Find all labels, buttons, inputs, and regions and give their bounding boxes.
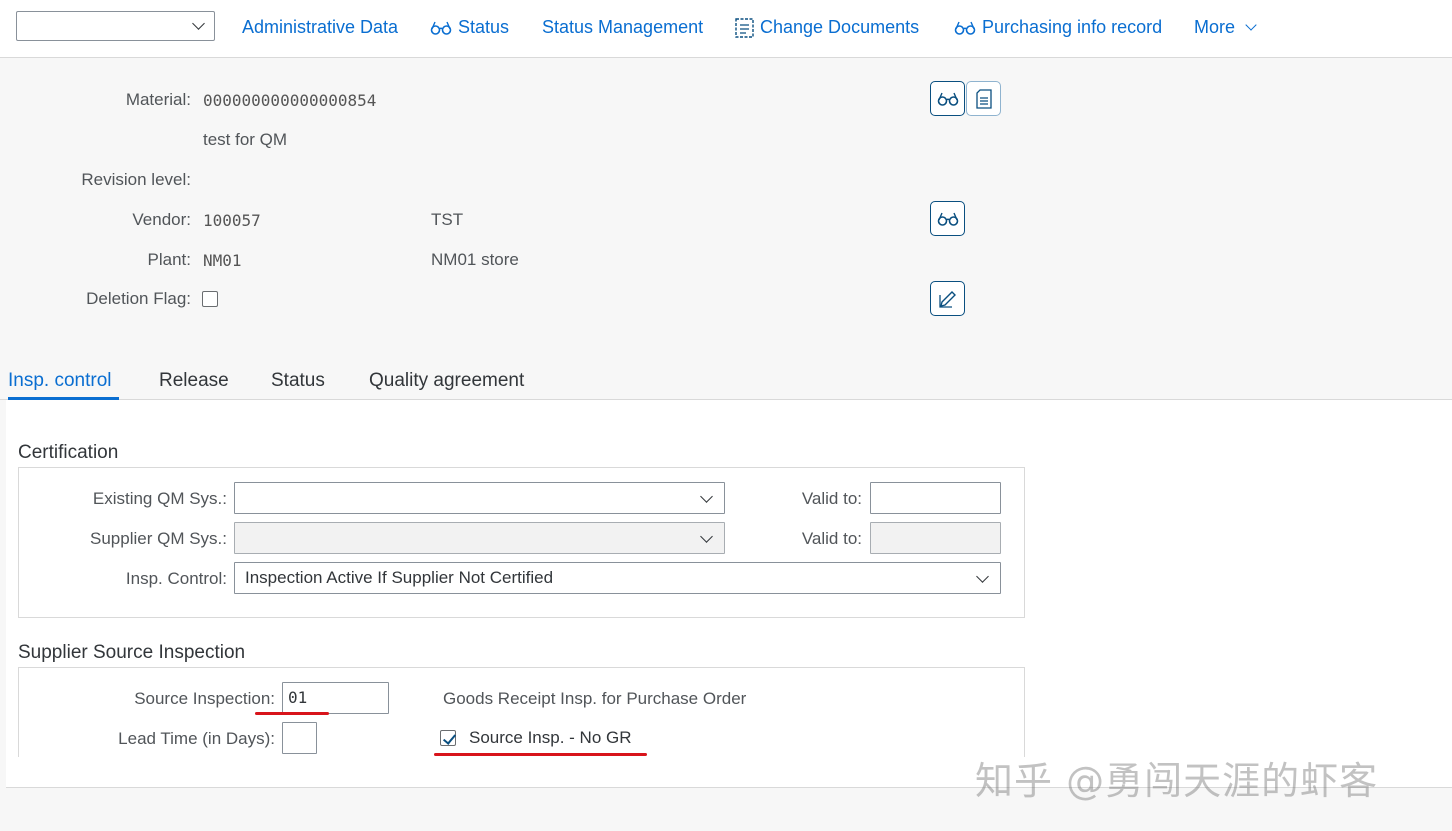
- valid-to-label: Valid to:: [801, 489, 862, 508]
- lead-time-input[interactable]: [282, 722, 317, 754]
- valid-to-label-2: Valid to:: [801, 529, 862, 548]
- lead-time-label: Lead Time (in Days):: [118, 729, 275, 748]
- change-documents-button[interactable]: Change Documents: [735, 17, 919, 38]
- insp-control-label: Insp. Control:: [125, 569, 227, 588]
- tab-insp-control[interactable]: Insp. control: [8, 370, 112, 392]
- more-label: More: [1194, 17, 1236, 37]
- goods-receipt-text: Goods Receipt Insp. for Purchase Order: [443, 689, 747, 708]
- source-inspection-label: Source Inspection:: [134, 689, 275, 708]
- chevron-down-icon: [976, 570, 989, 583]
- plant-value: NM01: [203, 251, 242, 270]
- insp-control-value: Inspection Active If Supplier Not Certif…: [245, 568, 554, 587]
- tab-release[interactable]: Release: [159, 370, 229, 392]
- highlight-underline: [434, 753, 647, 756]
- plant-name: NM01 store: [431, 250, 519, 269]
- no-gr-checkbox[interactable]: [440, 730, 456, 746]
- material-description: test for QM: [203, 130, 288, 149]
- existing-qm-sys-label: Existing QM Sys.:: [92, 489, 227, 508]
- highlight-underline: [255, 712, 329, 715]
- document-icon: [975, 88, 992, 109]
- status-management-label: Status Management: [542, 17, 704, 37]
- vendor-label: Vendor:: [132, 210, 191, 229]
- glasses-icon: [430, 21, 452, 35]
- insp-control-select[interactable]: Inspection Active If Supplier Not Certif…: [234, 562, 1001, 594]
- supplier-qm-sys-select[interactable]: [234, 522, 725, 554]
- revision-level-label: Revision level:: [81, 170, 191, 189]
- plant-label: Plant:: [147, 250, 191, 269]
- supplier-qm-sys-label: Supplier QM Sys.:: [90, 529, 227, 548]
- administrative-data-label: Administrative Data: [242, 17, 399, 37]
- chevron-down-icon: [700, 490, 713, 503]
- tab-quality-agreement[interactable]: Quality agreement: [369, 370, 524, 392]
- tab-status[interactable]: Status: [271, 370, 325, 392]
- valid-to-input-2[interactable]: [870, 522, 1001, 554]
- existing-qm-sys-select[interactable]: [234, 482, 725, 514]
- source-inspection-input[interactable]: 01: [282, 682, 389, 714]
- header-area: Material: 000000000000000854 test for QM…: [0, 58, 1452, 358]
- material-value: 000000000000000854: [203, 91, 377, 110]
- deletion-flag-label: Deletion Flag:: [86, 289, 191, 308]
- edit-button[interactable]: [930, 281, 965, 316]
- watermark-text: 知乎 @勇闯天涯的虾客: [975, 759, 1379, 803]
- valid-to-input[interactable]: [870, 482, 1001, 514]
- material-document-button[interactable]: [966, 81, 1001, 116]
- display-material-button[interactable]: [930, 81, 965, 116]
- toolbar: Administrative Data Status Status Manage…: [0, 0, 1452, 58]
- change-documents-label: Change Documents: [760, 17, 920, 37]
- more-menu-button[interactable]: More: [1194, 17, 1257, 38]
- vendor-name: TST: [431, 210, 464, 229]
- chevron-down-icon: [700, 530, 713, 543]
- chevron-down-icon: [192, 17, 205, 30]
- chevron-down-icon: [1245, 18, 1257, 31]
- certification-title: Certification: [18, 442, 119, 463]
- glasses-icon: [937, 92, 958, 106]
- object-select[interactable]: [16, 11, 215, 41]
- purchasing-info-record-button[interactable]: Purchasing info record: [954, 17, 1162, 38]
- source-inspection-value: 01: [288, 688, 308, 707]
- status-label: Status: [458, 17, 510, 37]
- vendor-value: 100057: [203, 211, 261, 230]
- display-vendor-button[interactable]: [930, 201, 965, 236]
- edit-icon: [938, 290, 956, 308]
- source-inspection-title: Supplier Source Inspection: [18, 642, 246, 663]
- status-button[interactable]: Status: [430, 17, 509, 38]
- deletion-flag-checkbox[interactable]: [202, 291, 218, 307]
- no-gr-label: Source Insp. - No GR: [469, 728, 632, 747]
- tab-bar: Insp. control Release Status Quality agr…: [0, 358, 1452, 400]
- change-documents-icon: [735, 17, 754, 38]
- glasses-icon: [937, 212, 958, 226]
- status-management-button[interactable]: Status Management: [542, 17, 703, 38]
- administrative-data-button[interactable]: Administrative Data: [242, 17, 398, 38]
- purchasing-info-record-label: Purchasing info record: [982, 17, 1163, 37]
- glasses-icon: [954, 21, 976, 35]
- material-label: Material:: [125, 90, 191, 109]
